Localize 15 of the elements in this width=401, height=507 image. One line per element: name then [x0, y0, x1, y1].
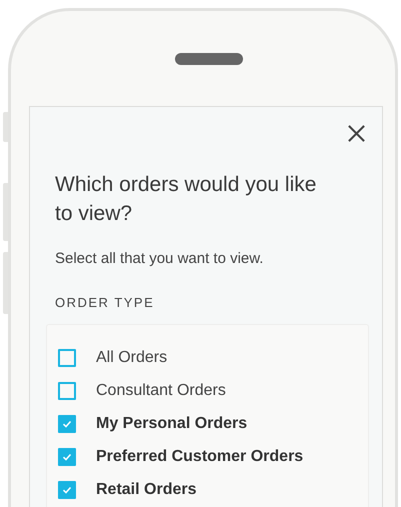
checkbox[interactable] — [58, 382, 76, 400]
speaker-slot — [175, 53, 243, 65]
checkbox[interactable] — [58, 414, 76, 432]
option-label[interactable]: Retail Orders — [96, 480, 196, 498]
section-label: ORDER TYPE — [55, 295, 156, 310]
checkbox[interactable] — [58, 480, 76, 498]
close-icon[interactable] — [347, 124, 366, 143]
option-label[interactable]: All Orders — [96, 348, 168, 366]
dialog-subtitle: Select all that you want to view. — [55, 250, 264, 267]
checkbox[interactable] — [58, 448, 76, 466]
dialog-title: Which orders would you like to view? — [55, 172, 317, 227]
option-label[interactable]: Consultant Orders — [96, 382, 226, 400]
option-label[interactable]: My Personal Orders — [96, 414, 248, 432]
option-label[interactable]: Preferred Customer Orders — [96, 448, 304, 466]
checkbox[interactable] — [58, 348, 76, 366]
